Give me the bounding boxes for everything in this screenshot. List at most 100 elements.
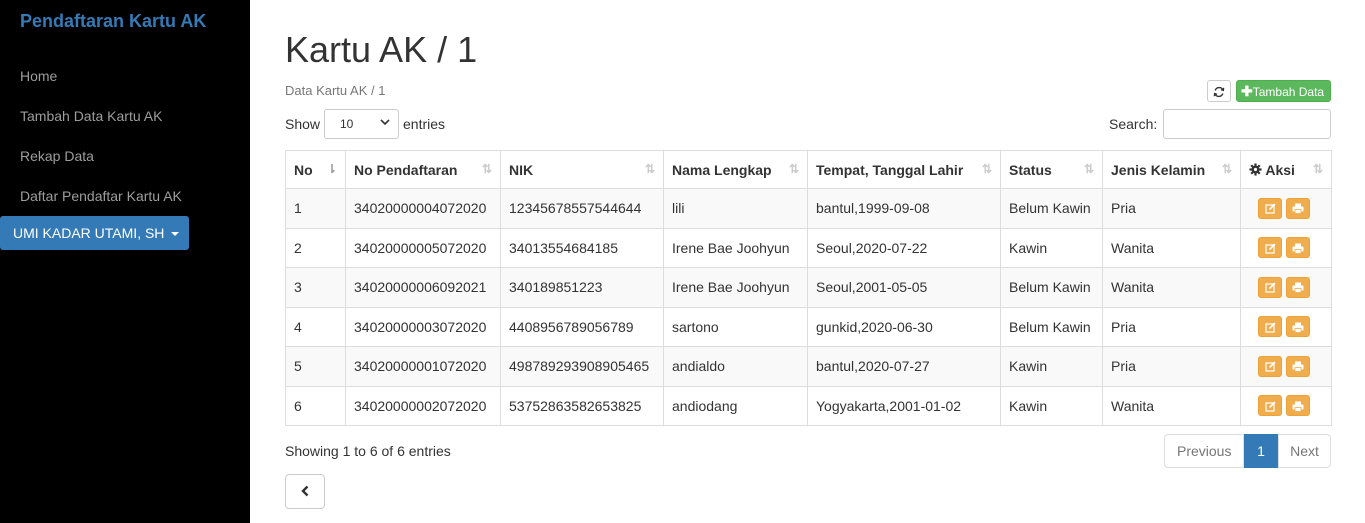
table-cell: Seoul,2001-05-05	[807, 267, 1001, 308]
print-button[interactable]	[1286, 197, 1310, 219]
sort-asc-icon: ⇂	[326, 162, 337, 176]
table-cell: Belum Kawin	[1000, 188, 1103, 229]
back-button[interactable]	[285, 474, 325, 509]
table-row: 5 34020000001072020 498789293908905465 andi…	[285, 346, 1332, 387]
table-row: 3 34020000006092021 340189851223 Irene Bae …	[285, 267, 1332, 308]
table-cell: sartono	[663, 306, 808, 347]
table-cell: 34020000005072020	[345, 227, 501, 268]
table-cell: Yogyakarta,2001-01-02	[807, 385, 1001, 426]
column-header-tempat-tanggal-lahir[interactable]: Tempat, Tanggal Lahir ⇅	[807, 150, 1001, 189]
table-cell: Wanita	[1102, 227, 1241, 268]
sidebar-item-daftar-pendaftar[interactable]: Daftar Pendaftar Kartu AK	[20, 188, 182, 204]
table-cell-actions	[1240, 306, 1332, 347]
column-header-nik[interactable]: NIK ⇅	[500, 150, 664, 189]
edit-button[interactable]	[1258, 316, 1282, 338]
print-icon	[1292, 401, 1304, 412]
add-data-button[interactable]: ✚Tambah Data	[1236, 80, 1331, 102]
chevron-down-icon	[380, 118, 390, 129]
previous-page-button[interactable]: Previous	[1164, 434, 1244, 468]
sort-icon: ⇅	[981, 162, 992, 176]
breadcrumb: Data Kartu AK / 1	[285, 83, 386, 98]
table-cell: 53752863582653825	[500, 385, 664, 426]
next-page-button[interactable]: Next	[1278, 434, 1331, 468]
table-cell: 3	[285, 267, 346, 308]
edit-button[interactable]	[1258, 355, 1282, 377]
table-cell: Kawin	[1000, 346, 1103, 387]
table-cell: 6	[285, 385, 346, 426]
sidebar-item-home[interactable]: Home	[20, 68, 57, 84]
table-cell: 34020000004072020	[345, 188, 501, 229]
table-cell: Belum Kawin	[1000, 267, 1103, 308]
table-cell: 34020000001072020	[345, 346, 501, 387]
column-header-no-pendaftaran[interactable]: No Pendaftaran ⇅	[345, 150, 501, 189]
print-button[interactable]	[1286, 316, 1310, 338]
search-label: Search:	[1109, 116, 1158, 132]
caret-down-icon	[171, 232, 180, 237]
print-icon	[1292, 243, 1304, 254]
search-input[interactable]	[1163, 109, 1331, 139]
gear-icon	[1249, 162, 1262, 176]
entries-label: entries	[403, 116, 446, 132]
column-header-aksi[interactable]: Aksi ⇅	[1240, 150, 1332, 189]
table-cell: 340189851223	[500, 267, 664, 308]
sort-icon: ⇅	[644, 162, 655, 176]
column-header-no[interactable]: No ⇂	[285, 150, 346, 189]
column-header-jenis-kelamin[interactable]: Jenis Kelamin ⇅	[1102, 150, 1241, 189]
table-cell: 4408956789056789	[500, 306, 664, 347]
add-data-label: Tambah Data	[1252, 85, 1325, 99]
edit-icon	[1264, 243, 1276, 254]
table-cell: Pria	[1102, 306, 1241, 347]
print-icon	[1292, 361, 1304, 372]
table-cell: Seoul,2020-07-22	[807, 227, 1001, 268]
sort-icon: ⇅	[788, 162, 799, 176]
table-row: 4 34020000003072020 4408956789056789 sarton…	[285, 306, 1332, 347]
show-label: Show	[285, 116, 321, 132]
edit-button[interactable]	[1258, 276, 1282, 298]
print-icon	[1292, 322, 1304, 333]
table-cell: 2	[285, 227, 346, 268]
table-cell: Irene Bae Joohyun	[663, 267, 808, 308]
plus-icon: ✚	[1241, 83, 1253, 99]
table-cell-actions	[1240, 227, 1332, 268]
entries-value: 10	[340, 117, 354, 131]
table-cell: Pria	[1102, 188, 1241, 229]
table-cell: andiodang	[663, 385, 808, 426]
table-cell: Kawin	[1000, 385, 1103, 426]
print-button[interactable]	[1286, 237, 1310, 259]
table-row: 2 34020000005072020 34013554684185 Irene Ba…	[285, 227, 1332, 268]
table-row: 6 34020000002072020 53752863582653825 andio…	[285, 385, 1332, 426]
brand-title[interactable]: Pendaftaran Kartu AK	[20, 11, 206, 32]
print-button[interactable]	[1286, 276, 1310, 298]
entries-select[interactable]: 10	[324, 109, 399, 139]
page-1-button[interactable]: 1	[1244, 434, 1278, 468]
column-header-status[interactable]: Status ⇅	[1000, 150, 1103, 189]
table-cell: 1	[285, 188, 346, 229]
table-row: 1 34020000004072020 12345678557544644 lili b…	[285, 188, 1332, 229]
edit-button[interactable]	[1258, 237, 1282, 259]
column-header-nama-lengkap[interactable]: Nama Lengkap ⇅	[663, 150, 808, 189]
table-cell: bantul,2020-07-27	[807, 346, 1001, 387]
table-cell: Belum Kawin	[1000, 306, 1103, 347]
table-cell-actions	[1240, 188, 1332, 229]
sidebar-item-rekap-data[interactable]: Rekap Data	[20, 148, 94, 164]
table-cell: andialdo	[663, 346, 808, 387]
print-button[interactable]	[1286, 395, 1310, 417]
table-header-row: No ⇂ No Pendaftaran ⇅ NIK ⇅ Nama Lengkap ⇅ T…	[285, 150, 1332, 189]
table-cell: bantul,1999-09-08	[807, 188, 1001, 229]
sidebar-item-tambah-data[interactable]: Tambah Data Kartu AK	[20, 108, 162, 124]
table-cell: 34020000003072020	[345, 306, 501, 347]
edit-button[interactable]	[1258, 197, 1282, 219]
print-button[interactable]	[1286, 355, 1310, 377]
table-cell: 34020000002072020	[345, 385, 501, 426]
edit-button[interactable]	[1258, 395, 1282, 417]
table-cell: 5	[285, 346, 346, 387]
refresh-button[interactable]	[1207, 80, 1231, 102]
print-icon	[1292, 282, 1304, 293]
chevron-left-icon	[301, 485, 309, 497]
sort-icon: ⇅	[481, 162, 492, 176]
user-menu-button[interactable]: UMI KADAR UTAMI, SH	[0, 216, 189, 250]
table-cell: 498789293908905465	[500, 346, 664, 387]
edit-icon	[1264, 282, 1276, 293]
table-cell: 12345678557544644	[500, 188, 664, 229]
refresh-icon	[1213, 86, 1225, 97]
